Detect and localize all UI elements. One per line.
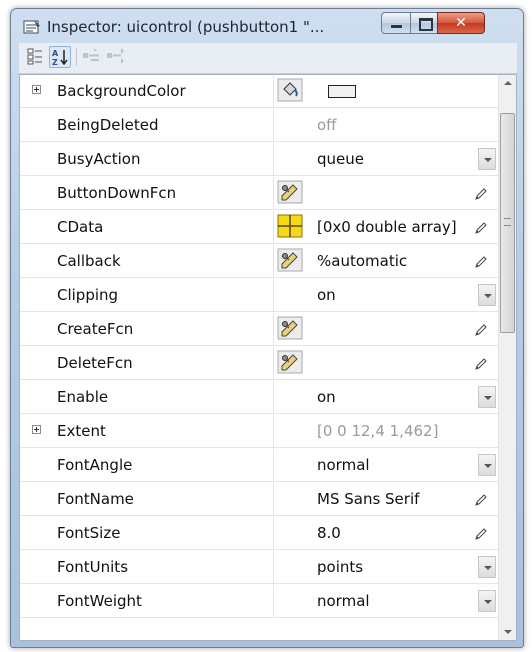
property-value[interactable]: [0x0 double array]: [317, 211, 477, 243]
expand-plus-icon[interactable]: [32, 425, 41, 434]
property-value[interactable]: 8.0: [317, 517, 477, 549]
categorized-icon: [27, 48, 42, 65]
property-row-backgroundcolor[interactable]: BackgroundColor: [20, 75, 498, 108]
vertical-scrollbar[interactable]: [498, 75, 516, 640]
pencil-edit-icon[interactable]: [474, 186, 488, 200]
dropdown-arrow-icon[interactable]: [478, 148, 496, 170]
property-value: [0 0 12,4 1,462]: [317, 422, 439, 440]
property-row-beingdeleted[interactable]: BeingDeleted off: [20, 109, 498, 142]
property-name: CData: [20, 211, 274, 243]
svg-text:A: A: [52, 49, 59, 58]
alphabetical-sort-button[interactable]: A Z: [49, 46, 71, 68]
collapse-all-button[interactable]: [105, 46, 127, 68]
property-name: FontWeight: [20, 585, 274, 617]
maximize-icon: [419, 18, 433, 31]
property-name: CreateFcn: [20, 313, 274, 345]
toolbar: A Z: [19, 43, 517, 74]
property-row-callback[interactable]: Callback %automatic: [20, 245, 498, 278]
property-row-fontweight[interactable]: FontWeight normal: [20, 585, 498, 618]
scrollbar-thumb[interactable]: [500, 113, 515, 333]
property-value[interactable]: [317, 347, 477, 379]
property-row-deletefcn[interactable]: DeleteFcn: [20, 347, 498, 380]
property-name: FontUnits: [20, 551, 274, 583]
property-row-cdata[interactable]: CData [0x0 double array]: [20, 211, 498, 244]
property-name: DeleteFcn: [20, 347, 274, 379]
expand-plus-icon[interactable]: [32, 85, 41, 94]
property-name: ButtonDownFcn: [20, 177, 274, 209]
dropdown-arrow-icon[interactable]: [478, 556, 496, 578]
close-button[interactable]: ✕: [437, 12, 485, 34]
property-value[interactable]: points: [317, 551, 477, 583]
dropdown-arrow-icon[interactable]: [478, 386, 496, 408]
property-row-extent[interactable]: Extent [0 0 12,4 1,462]: [20, 415, 498, 448]
property-row-busyaction[interactable]: BusyAction queue: [20, 143, 498, 176]
scroll-up-arrow-icon[interactable]: [499, 75, 516, 92]
categorized-view-button[interactable]: [25, 46, 47, 68]
toolbar-separator: [76, 48, 77, 66]
collapse-all-icon: [107, 48, 124, 64]
property-grid: BackgroundColor BeingDeleted off BusyAction…: [19, 74, 517, 641]
array-grid-icon[interactable]: [277, 214, 303, 238]
property-value[interactable]: %automatic: [317, 245, 477, 277]
property-value[interactable]: on: [317, 381, 477, 413]
paint-bucket-icon[interactable]: [277, 78, 303, 102]
property-name: Clipping: [20, 279, 274, 311]
expand-all-button[interactable]: [81, 46, 103, 68]
sort-az-icon: A Z: [52, 49, 68, 67]
inspector-window: Inspector: uicontrol (pushbutton1 "... ✕…: [10, 8, 524, 648]
pencil-edit-icon[interactable]: [474, 322, 488, 336]
dropdown-arrow-icon[interactable]: [478, 284, 496, 306]
property-value[interactable]: normal: [317, 449, 477, 481]
edit-callback-icon[interactable]: [277, 248, 303, 272]
window-title: Inspector: uicontrol (pushbutton1 "...: [47, 18, 325, 36]
svg-text:Z: Z: [52, 58, 58, 67]
minimize-button[interactable]: [381, 12, 411, 34]
pencil-edit-icon[interactable]: [474, 526, 488, 540]
edit-callback-icon[interactable]: [277, 316, 303, 340]
pencil-edit-icon[interactable]: [474, 254, 488, 268]
property-value[interactable]: [317, 313, 477, 345]
property-value[interactable]: [317, 75, 477, 107]
property-row-clipping[interactable]: Clipping on: [20, 279, 498, 312]
property-name: Extent: [20, 415, 274, 447]
pencil-edit-icon[interactable]: [474, 492, 488, 506]
property-name: FontName: [20, 483, 274, 515]
property-row-fontsize[interactable]: FontSize 8.0: [20, 517, 498, 550]
property-name: BusyAction: [20, 143, 274, 175]
property-row-createfcn[interactable]: CreateFcn: [20, 313, 498, 346]
property-row-fontangle[interactable]: FontAngle normal: [20, 449, 498, 482]
close-icon: ✕: [455, 15, 467, 31]
property-value[interactable]: [317, 177, 477, 209]
property-name: Callback: [20, 245, 274, 277]
title-bar[interactable]: Inspector: uicontrol (pushbutton1 "... ✕: [11, 9, 523, 43]
pencil-edit-icon[interactable]: [474, 356, 488, 370]
property-row-buttondownfcn[interactable]: ButtonDownFcn: [20, 177, 498, 210]
edit-callback-icon[interactable]: [277, 350, 303, 374]
property-value[interactable]: MS Sans Serif: [317, 483, 477, 515]
property-value[interactable]: on: [317, 279, 477, 311]
edit-callback-icon[interactable]: [277, 180, 303, 204]
dropdown-arrow-icon[interactable]: [478, 454, 496, 476]
property-name: BackgroundColor: [20, 75, 274, 107]
maximize-button[interactable]: [410, 12, 438, 34]
property-row-fontname[interactable]: FontName MS Sans Serif: [20, 483, 498, 516]
minimize-icon: [391, 25, 402, 28]
property-name: FontSize: [20, 517, 274, 549]
inspector-app-icon: [23, 20, 40, 34]
property-value: off: [317, 116, 337, 134]
property-row-fontunits[interactable]: FontUnits points: [20, 551, 498, 584]
pencil-edit-icon[interactable]: [474, 220, 488, 234]
dropdown-arrow-icon[interactable]: [478, 590, 496, 612]
property-value[interactable]: normal: [317, 585, 477, 617]
property-name: BeingDeleted: [20, 109, 274, 141]
property-value[interactable]: queue: [317, 143, 477, 175]
property-name: FontAngle: [20, 449, 274, 481]
scroll-down-arrow-icon[interactable]: [499, 623, 516, 640]
property-row-enable[interactable]: Enable on: [20, 381, 498, 414]
property-name: Enable: [20, 381, 274, 413]
expand-all-icon: [83, 48, 99, 61]
